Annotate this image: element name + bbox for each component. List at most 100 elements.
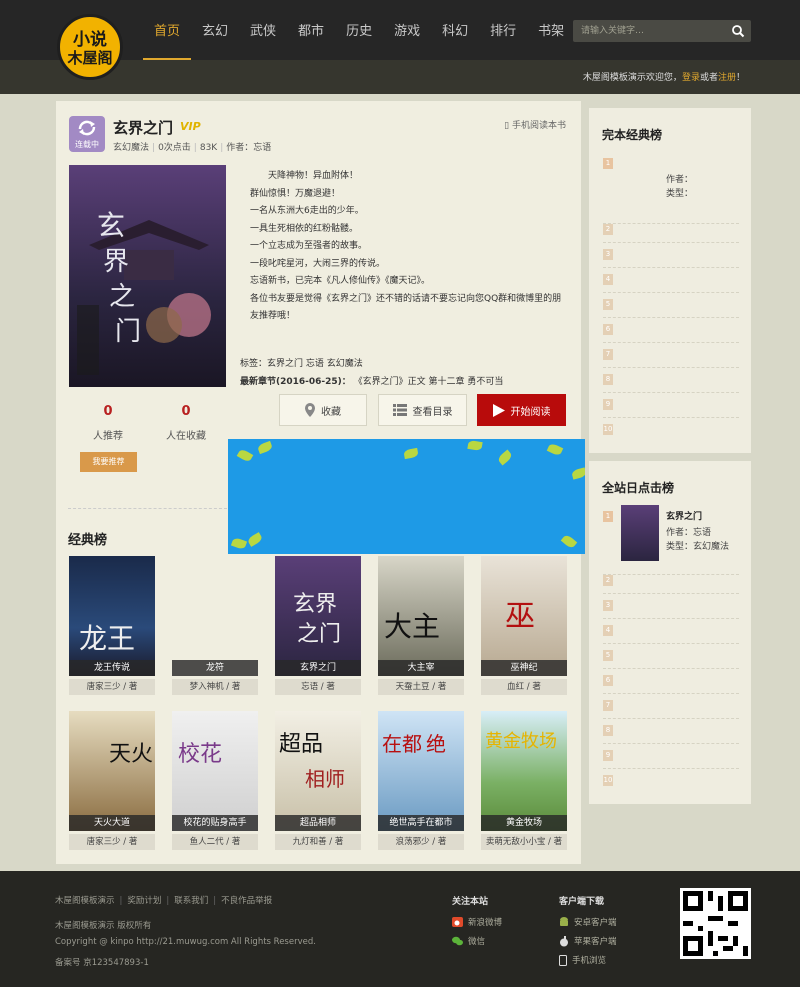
rank-number: 6 — [603, 324, 613, 335]
nav-dushi[interactable]: 都市 — [287, 0, 335, 60]
rank-number: 6 — [603, 675, 613, 686]
mobile-read-link[interactable]: ▯ 手机阅读本书 — [504, 118, 566, 131]
rank-item[interactable]: 1 玄界之门 作者：忘语 类型：玄幻魔法 — [603, 505, 739, 575]
book-thumb: 超品 相师 — [275, 711, 361, 831]
footer-links: 木屋阁模板演示 | 奖励计划 | 联系我们 | 不良作品举报 — [55, 896, 273, 906]
rank-item[interactable]: 10 — [603, 769, 739, 794]
search-input[interactable] — [573, 20, 723, 42]
desc-line: 一个立志成为至强者的故事。 — [250, 241, 368, 251]
rank-item[interactable]: 8 — [603, 719, 739, 744]
rank-number: 5 — [603, 299, 613, 310]
qr-code — [680, 888, 751, 959]
copyright-line: Copyright @ kinpo http://21.muwug.com Al… — [55, 937, 316, 947]
author-link[interactable]: 忘语 — [253, 143, 271, 153]
rank-item[interactable]: 8 — [603, 368, 739, 393]
book-author: 忘语 / 著 — [275, 679, 361, 695]
rank-item[interactable]: 7 — [603, 343, 739, 368]
book-thumb: 天火 — [69, 711, 155, 831]
book-name: 大主宰 — [378, 660, 464, 676]
book-description: 天降神物！异血附体！ 群仙惊惧！万魔退避！ 一名从东洲大6走出的少年。 一具生死… — [240, 168, 568, 326]
desc-line: 一名从东洲大6走出的少年。 — [250, 206, 364, 216]
book-name: 绝世高手在都市 — [378, 815, 464, 831]
footer-link[interactable]: 奖励计划 — [127, 896, 161, 906]
rank-item[interactable]: 3 — [603, 594, 739, 619]
ios-link[interactable]: 苹果客户端 — [559, 935, 617, 947]
login-link[interactable]: 登录 — [682, 73, 700, 83]
book-author: 卖萌无敌小小宝 / 著 — [481, 834, 567, 850]
book-card[interactable]: 黄金牧场 黄金牧场 卖萌无敌小小宝 / 著 — [481, 711, 567, 851]
toc-button[interactable]: 查看目录 — [378, 394, 467, 426]
nav-kehuan[interactable]: 科幻 — [431, 0, 479, 60]
weibo-link[interactable]: 新浪微博 — [452, 916, 502, 928]
footer-link[interactable]: 不良作品举报 — [221, 896, 272, 906]
mobile-link[interactable]: 手机浏览 — [559, 954, 606, 966]
nav-youxi[interactable]: 游戏 — [383, 0, 431, 60]
rank-number: 7 — [603, 700, 613, 711]
latest-chapter-link[interactable]: 《玄界之门》正文 第十二章 勇不可当 — [354, 377, 504, 387]
recommend-label: 人推荐 — [93, 431, 123, 442]
footer-link[interactable]: 联系我们 — [174, 896, 208, 906]
android-link[interactable]: 安卓客户端 — [559, 916, 617, 928]
book-card[interactable]: 大主 大主宰 天蚕土豆 / 著 — [378, 556, 464, 696]
book-card[interactable]: 玄界 之门 玄界之门 忘语 / 著 — [275, 556, 361, 696]
mobile-label: 手机浏览 — [572, 956, 607, 966]
play-icon — [492, 403, 505, 417]
category-link[interactable]: 玄幻魔法 — [113, 143, 149, 153]
nav-paihang[interactable]: 排行 — [479, 0, 527, 60]
svg-text:校花: 校花 — [178, 742, 222, 767]
book-name: 龙符 — [172, 660, 258, 676]
search-icon[interactable] — [731, 24, 745, 38]
book-name: 龙王传说 — [69, 660, 155, 676]
rank-item[interactable]: 6 — [603, 318, 739, 343]
book-cover[interactable]: 玄 界 之 门 — [69, 165, 226, 387]
android-icon — [560, 916, 568, 926]
rank-item[interactable]: 6 — [603, 669, 739, 694]
favorite-button[interactable]: 收藏 — [279, 394, 367, 426]
rank-item[interactable]: 5 — [603, 644, 739, 669]
rank-item[interactable]: 2 — [603, 569, 739, 594]
svg-text:相师: 相师 — [305, 767, 345, 791]
rank-item[interactable]: 5 — [603, 293, 739, 318]
book-card[interactable]: 在都绝 绝世高手在都市 浪荡邪少 / 著 — [378, 711, 464, 851]
book-author: 梦入神机 / 著 — [172, 679, 258, 695]
book-card[interactable]: 校花 校花的贴身高手 鱼人二代 / 著 — [172, 711, 258, 851]
book-thumb: 巫 — [481, 556, 567, 676]
rank-item[interactable]: 10 — [603, 418, 739, 443]
rank-item[interactable]: 1 作者： 类型： — [603, 152, 739, 224]
nav-xuanhuan[interactable]: 玄幻 — [191, 0, 239, 60]
site-logo[interactable]: 小说 木屋阁 — [57, 14, 123, 80]
svg-text:玄: 玄 — [97, 209, 125, 242]
start-reading-button[interactable]: 开始阅读 — [477, 394, 566, 426]
desc-line: 一段叱咤星河，大闹三界的传说。 — [250, 258, 386, 269]
book-card[interactable]: 天火 天火大道 唐家三少 / 著 — [69, 711, 155, 851]
nav-home[interactable]: 首页 — [143, 0, 192, 60]
book-card[interactable]: 龙符 梦入神机 / 著 — [172, 556, 258, 696]
nav-lishi[interactable]: 历史 — [335, 0, 383, 60]
wechat-link[interactable]: 微信 — [452, 935, 485, 947]
rank-item[interactable]: 7 — [603, 694, 739, 719]
rank-item[interactable]: 4 — [603, 619, 739, 644]
book-name: 天火大道 — [69, 815, 155, 831]
rank-item[interactable]: 3 — [603, 243, 739, 268]
nav-wuxia[interactable]: 武侠 — [239, 0, 287, 60]
rank-item[interactable]: 9 — [603, 744, 739, 769]
rank-item[interactable]: 2 — [603, 218, 739, 243]
copyright-line: 木屋阁模板演示 版权所有 — [55, 921, 152, 931]
leaf-decoration — [560, 533, 578, 550]
book-card[interactable]: 巫 巫神纪 血红 / 著 — [481, 556, 567, 696]
book-card[interactable]: 龙王 龙王传说 唐家三少 / 著 — [69, 556, 155, 696]
rank-item[interactable]: 9 — [603, 393, 739, 418]
nav-shujia[interactable]: 书架 — [527, 0, 575, 60]
rank-item[interactable]: 4 — [603, 268, 739, 293]
footer-link[interactable]: 木屋阁模板演示 — [55, 896, 115, 906]
recommend-button[interactable]: 我要推荐 — [80, 452, 137, 472]
book-card[interactable]: 超品 相师 超品相师 九灯和善 / 著 — [275, 711, 361, 851]
rank-type-label: 类型： — [666, 189, 694, 199]
ad-banner[interactable] — [228, 439, 585, 554]
register-link[interactable]: 注册 — [718, 73, 736, 83]
rank-book-name: 玄界之门 — [666, 512, 703, 522]
welcome-end: ！ — [735, 73, 745, 83]
book-author: 浪荡邪少 / 著 — [378, 834, 464, 850]
book-meta: 玄幻魔法 | 0次点击 | 83K | 作者：忘语 — [113, 143, 272, 153]
leaf-decoration — [236, 448, 254, 463]
